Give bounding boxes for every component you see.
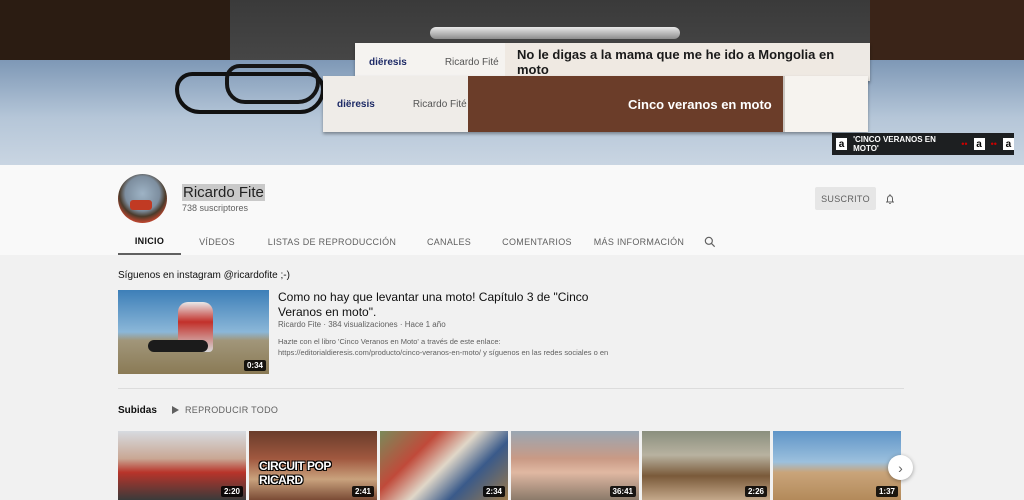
publisher-logo: diëresis [337, 98, 375, 110]
channel-header: Ricardo Fite 738 suscriptores SUSCRITO I… [0, 165, 1024, 255]
book-pages [783, 76, 868, 132]
video-thumbnail[interactable]: 36:41 [511, 431, 639, 500]
book-author: Ricardo Fité [444, 56, 499, 68]
video-duration: 0:34 [243, 360, 266, 371]
video-thumbnail[interactable]: 2:34 [380, 431, 508, 500]
tab-channels[interactable]: CANALES [411, 229, 487, 255]
book-title: Cinco veranos en moto [468, 76, 783, 132]
video-thumbnail[interactable]: CIRCUIT POP RICARD 2:41 [249, 431, 377, 500]
play-all-label: REPRODUCIR TODO [185, 405, 279, 415]
video-duration: 2:34 [482, 486, 505, 497]
publisher-logo: diëresis [369, 56, 407, 68]
channel-banner: diëresis Ricardo Fité No le digas a la m… [0, 0, 1024, 165]
video-thumbnail[interactable]: 1:37 [773, 431, 901, 500]
tab-videos[interactable]: VÍDEOS [181, 229, 253, 255]
channel-note: Síguenos en instagram @ricardofite ;-) [118, 270, 290, 281]
play-all-button[interactable]: REPRODUCIR TODO [172, 405, 278, 415]
video-duration: 2:41 [351, 486, 374, 497]
chevron-right-icon: › [898, 459, 903, 476]
amazon-icon[interactable]: a [973, 138, 985, 150]
featured-video-title[interactable]: Como no hay que levantar una moto! Capít… [278, 290, 608, 320]
play-icon [172, 406, 179, 414]
subscriber-count: 738 suscriptores [182, 203, 249, 213]
channel-avatar[interactable] [118, 174, 167, 223]
amazon-icon[interactable]: a [836, 138, 848, 150]
channel-name: Ricardo Fite [182, 184, 265, 201]
uploads-shelf: 2:20 CIRCUIT POP RICARD 2:41 2:34 36:41 … [118, 431, 901, 500]
video-thumbnail[interactable]: 2:20 [118, 431, 246, 500]
banner-links: a 'CINCO VERANOS EN MOTO' •• a •• a [832, 133, 1014, 155]
video-thumbnail[interactable]: 2:26 [642, 431, 770, 500]
tab-playlists[interactable]: LISTAS DE REPRODUCCIÓN [253, 229, 411, 255]
pen-image [430, 27, 680, 39]
featured-video-meta: Ricardo Fite · 384 visualizaciones · Hac… [278, 320, 446, 329]
video-duration: 2:20 [220, 486, 243, 497]
subscribed-button[interactable]: SUSCRITO [815, 187, 876, 210]
banner-link-label[interactable]: 'CINCO VERANOS EN MOTO' [853, 135, 955, 153]
link-separator-icon: •• [961, 139, 968, 149]
section-divider [118, 388, 904, 389]
featured-video-thumbnail[interactable]: 0:34 [118, 290, 269, 374]
tab-about[interactable]: MÁS INFORMACIÓN [587, 229, 691, 255]
book-author: Ricardo Fité [412, 98, 467, 110]
channel-home-content: Síguenos en instagram @ricardofite ;-) 0… [0, 255, 1024, 500]
video-duration: 36:41 [609, 486, 636, 497]
featured-video-description: Hazte con el libro 'Cinco Veranos en Mot… [278, 337, 609, 357]
tab-inicio[interactable]: INICIO [118, 229, 181, 255]
channel-tabs: INICIO VÍDEOS LISTAS DE REPRODUCCIÓN CAN… [118, 229, 717, 255]
thumbnail-overlay-text: CIRCUIT POP RICARD [259, 459, 331, 487]
search-icon[interactable] [703, 235, 717, 249]
tab-comments[interactable]: COMENTARIOS [487, 229, 587, 255]
video-duration: 2:26 [744, 486, 767, 497]
amazon-icon[interactable]: a [1002, 138, 1014, 150]
video-duration: 1:37 [875, 486, 898, 497]
shelf-next-button[interactable]: › [888, 455, 913, 480]
link-separator-icon: •• [990, 139, 997, 149]
book-cinco-veranos: diëresis Ricardo Fité Cinco veranos en m… [323, 76, 868, 132]
uploads-title[interactable]: Subidas [118, 405, 157, 416]
glasses-image [225, 64, 320, 104]
bell-icon[interactable] [884, 193, 896, 205]
motorcycle-image [148, 340, 208, 352]
